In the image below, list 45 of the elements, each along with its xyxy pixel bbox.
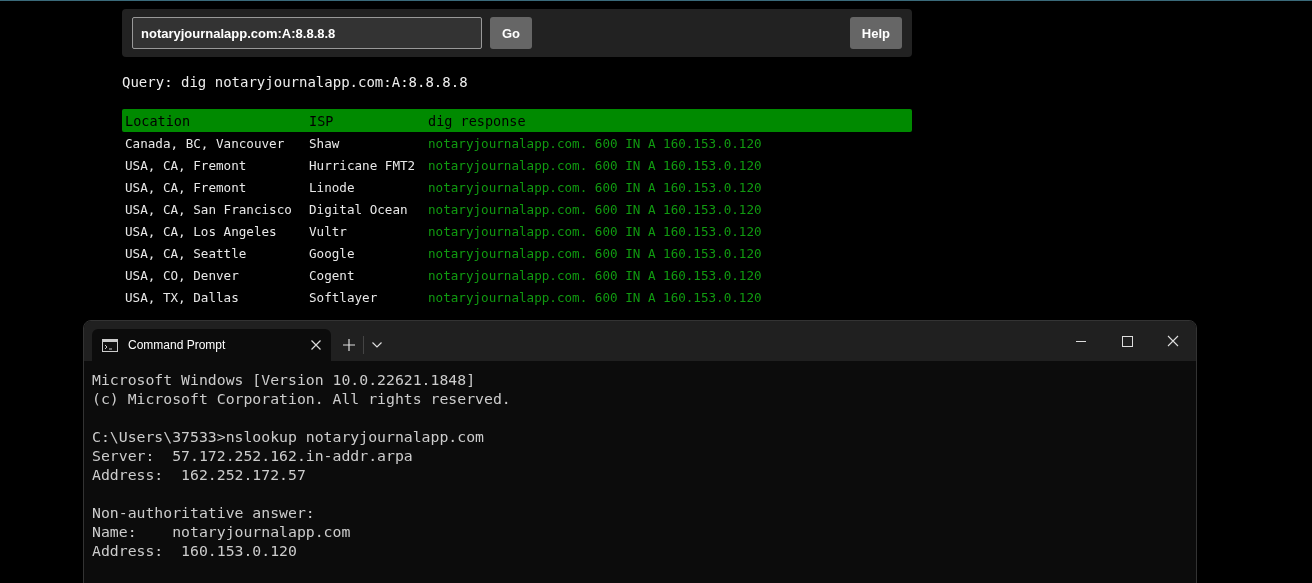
response-cell-text: notaryjournalapp.com. 600 IN A 160.153.0.120: [427, 157, 763, 173]
location-cell-text: USA, CA, Fremont: [124, 179, 248, 195]
isp-cell-text: Vultr: [308, 223, 348, 239]
response-cell-text: notaryjournalapp.com. 600 IN A 160.153.0.120: [427, 179, 763, 195]
location-cell-text: Canada, BC, Vancouver: [124, 135, 286, 151]
terminal-line: Server: 57.172.252.162.in-addr.arpa: [92, 446, 414, 465]
terminal-line: Address: 162.252.172.57: [92, 465, 307, 484]
query-field[interactable]: notaryjournalapp.com:A:8.8.8.8: [132, 17, 482, 49]
terminal-line: Name: notaryjournalapp.com: [92, 522, 352, 541]
tab-title: Command Prompt: [128, 338, 227, 352]
response-cell-text: notaryjournalapp.com. 600 IN A 160.153.0.120: [427, 135, 763, 151]
isp-cell-text: Digital Ocean: [308, 201, 409, 217]
terminal-icon: [102, 338, 118, 352]
location-cell-text: USA, CA, San Francisco: [124, 201, 293, 217]
location-cell-text: USA, CA, Fremont: [124, 157, 248, 173]
response-cell-text: notaryjournalapp.com. 600 IN A 160.153.0.120: [427, 245, 763, 261]
isp-cell-text: Linode: [308, 179, 356, 195]
column-header: dig response: [427, 112, 527, 129]
isp-cell-text: Cogent: [308, 267, 356, 283]
help-button[interactable]: Help: [849, 17, 902, 49]
response-cell-text: notaryjournalapp.com. 600 IN A 160.153.0.120: [427, 201, 763, 217]
response-cell-text: notaryjournalapp.com. 600 IN A 160.153.0.120: [427, 223, 763, 239]
terminal-line: Non-authoritative answer:: [92, 503, 316, 522]
terminal-line: Address: 160.153.0.120: [92, 541, 298, 560]
column-header: ISP: [308, 112, 335, 129]
terminal-line: C:\Users\37533>nslookup notaryjournalapp.com: [92, 427, 485, 446]
chevron-down-icon[interactable]: [372, 342, 382, 348]
terminal-tab[interactable]: Command Prompt: [92, 329, 331, 361]
response-cell-text: notaryjournalapp.com. 600 IN A 160.153.0.120: [427, 267, 763, 283]
close-icon[interactable]: [311, 340, 321, 350]
location-cell-text: USA, TX, Dallas: [124, 289, 240, 305]
location-cell-text: USA, CO, Denver: [124, 267, 240, 283]
isp-cell-text: Hurricane FMT2: [308, 157, 417, 173]
plus-icon[interactable]: [343, 339, 355, 351]
column-header: Location: [124, 112, 192, 129]
terminal-line: Microsoft Windows [Version 10.0.22621.1848]: [92, 370, 477, 389]
location-cell-text: USA, CA, Seattle: [124, 245, 248, 261]
isp-cell-text: Google: [308, 245, 356, 261]
isp-cell-text: Shaw: [308, 135, 341, 151]
response-cell-text: notaryjournalapp.com. 600 IN A 160.153.0.120: [427, 289, 763, 305]
go-button[interactable]: Go: [490, 17, 533, 49]
isp-cell-text: Softlayer: [308, 289, 379, 305]
query-text: Query: dig notaryjournalapp.com:A:8.8.8.8: [122, 74, 469, 92]
terminal-line: (c) Microsoft Corporation. All rights reserved.: [92, 389, 512, 408]
location-cell-text: USA, CA, Los Angeles: [124, 223, 278, 239]
